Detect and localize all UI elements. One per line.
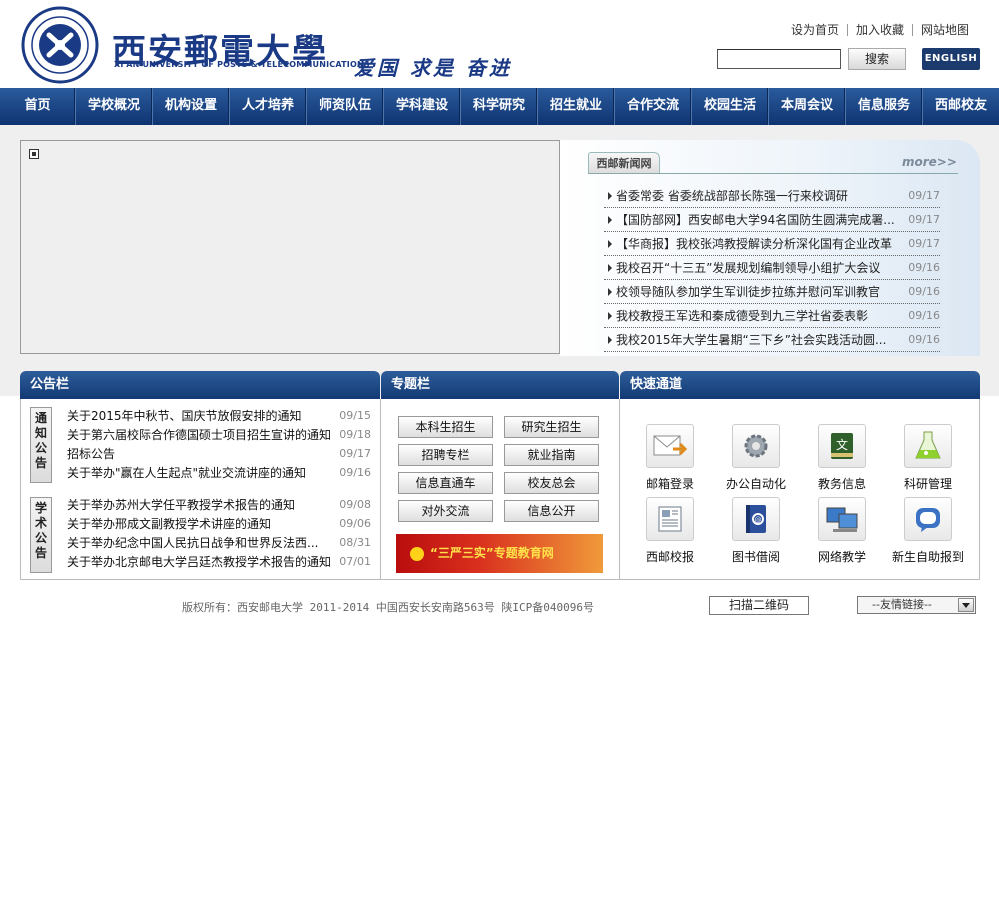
list-item[interactable]: 关于2015年中秋节、国庆节放假安排的通知 09/15 <box>67 406 371 425</box>
quick-item-registration[interactable]: 新生自助报到 <box>888 497 968 565</box>
list-item[interactable]: 关于举办邢成文副教授学术讲座的通知 09/06 <box>67 514 371 533</box>
news-tab[interactable]: 西邮新闻网 <box>588 152 660 174</box>
quick-item-research[interactable]: 科研管理 <box>888 424 968 492</box>
list-item[interactable]: 招标公告 09/17 <box>67 444 371 463</box>
newspaper-icon <box>646 497 694 541</box>
quick-item-elearning[interactable]: 网络教学 <box>802 497 882 565</box>
notice-label[interactable]: 通知公告 <box>30 407 52 483</box>
computer-icon <box>818 497 866 541</box>
site-header: 西安郵電大學 XI'AN UNIVERSITY OF POSTS & TELEC… <box>0 0 999 88</box>
flask-icon <box>904 424 952 468</box>
chevron-down-icon[interactable] <box>958 598 974 612</box>
arrow-right-icon <box>608 191 612 200</box>
friend-links-select[interactable]: --友情链接-- <box>857 596 976 614</box>
main-nav: 首页 学校概况 机构设置 人才培养 师资队伍 学科建设 科学研究 招生就业 合作… <box>0 88 999 125</box>
undergrad-admission-button[interactable]: 本科生招生 <box>398 416 493 438</box>
arrow-right-icon <box>608 311 612 320</box>
quick-item-newspaper[interactable]: 西邮校报 <box>630 497 710 565</box>
svg-text:@: @ <box>755 516 762 524</box>
nav-departments[interactable]: 机构设置 <box>153 88 230 125</box>
nav-home[interactable]: 首页 <box>0 88 76 125</box>
career-guide-button[interactable]: 就业指南 <box>504 444 599 466</box>
english-button[interactable]: ENGLISH <box>922 48 980 70</box>
news-item[interactable]: 校领导随队参加学生军训徒步拉练并慰问军训教官 09/16 <box>604 280 940 304</box>
announcements-header: 公告栏 <box>20 371 380 399</box>
news-panel: 西邮新闻网 more>> 省委常委 省委统战部部长陈强一行来校调研 09/17 【… <box>560 140 980 356</box>
campaign-banner[interactable]: “三严三实”专题教育网 <box>396 534 603 573</box>
set-homepage-link[interactable]: 设为首页 <box>783 24 847 36</box>
arrow-right-icon <box>608 287 612 296</box>
alumni-assoc-button[interactable]: 校友总会 <box>504 472 599 494</box>
top-links: 设为首页 加入收藏 网站地图 <box>783 24 977 36</box>
gear-icon <box>732 424 780 468</box>
qr-code-button[interactable]: 扫描二维码 <box>709 596 809 615</box>
list-item[interactable]: 关于举办苏州大学任平教授学术报告的通知 09/08 <box>67 495 371 514</box>
list-item[interactable]: 关于举办纪念中国人民抗日战争和世界反法西... 08/31 <box>67 533 371 552</box>
address-book-icon: @ <box>732 497 780 541</box>
university-seal-logo[interactable] <box>21 6 99 84</box>
nav-disciplines[interactable]: 学科建设 <box>384 88 461 125</box>
nav-faculty[interactable]: 师资队伍 <box>307 88 384 125</box>
quick-item-library[interactable]: @ 图书借阅 <box>716 497 796 565</box>
chat-bubble-icon <box>904 497 952 541</box>
news-item[interactable]: 我校2015年大学生暑期“三下乡”社会实践活动圆... 09/16 <box>604 328 940 352</box>
nav-admissions[interactable]: 招生就业 <box>538 88 615 125</box>
search-button[interactable]: 搜索 <box>848 48 906 70</box>
sitemap-link[interactable]: 网站地图 <box>911 24 977 36</box>
info-disclosure-button[interactable]: 信息公开 <box>504 500 599 522</box>
nav-cooperation[interactable]: 合作交流 <box>615 88 692 125</box>
news-item[interactable]: 我校召开“十三五”发展规划编制领导小组扩大会议 09/16 <box>604 256 940 280</box>
party-emblem-icon <box>410 546 424 561</box>
nav-about[interactable]: 学校概况 <box>76 88 153 125</box>
list-item[interactable]: 关于第六届校际合作德国硕士项目招生宣讲的通知 09/18 <box>67 425 371 444</box>
arrow-right-icon <box>608 335 612 344</box>
svg-text:文: 文 <box>836 437 848 452</box>
news-item[interactable]: 省委常委 省委统战部部长陈强一行来校调研 09/17 <box>604 184 940 208</box>
nav-research[interactable]: 科学研究 <box>461 88 538 125</box>
announcements-panel: 通知公告 关于2015年中秋节、国庆节放假安排的通知 09/15 关于第六届校际合… <box>20 399 381 580</box>
news-item[interactable]: 我校教授王军选和秦成德受到九三学社省委表彰 09/16 <box>604 304 940 328</box>
search-input[interactable] <box>717 49 841 69</box>
nav-info-services[interactable]: 信息服务 <box>846 88 923 125</box>
recruitment-button[interactable]: 招聘专栏 <box>398 444 493 466</box>
list-item[interactable]: 关于举办北京邮电大学吕廷杰教授学术报告的通知 07/01 <box>67 552 371 571</box>
external-exchange-button[interactable]: 对外交流 <box>398 500 493 522</box>
notice-list: 关于2015年中秋节、国庆节放假安排的通知 09/15 关于第六届校际合作德国硕士… <box>67 406 371 482</box>
news-more-link[interactable]: more>> <box>902 155 957 169</box>
arrow-right-icon <box>608 215 612 224</box>
nav-alumni[interactable]: 西邮校友 <box>923 88 999 125</box>
quick-access-header: 快速通道 <box>620 371 980 399</box>
arrow-right-icon <box>608 239 612 248</box>
list-item[interactable]: 关于举办"赢在人生起点"就业交流讲座的通知 09/16 <box>67 463 371 482</box>
quick-item-office[interactable]: 办公自动化 <box>716 424 796 492</box>
news-list: 省委常委 省委统战部部长陈强一行来校调研 09/17 【国防部网】西安邮电大学94… <box>604 184 940 352</box>
school-motto: 爱国 求是 奋进 <box>354 56 512 80</box>
news-item[interactable]: 【华商报】我校张鸿教授解读分析深化国有企业改革 09/17 <box>604 232 940 256</box>
envelope-icon <box>646 424 694 468</box>
slideshow-control-icon[interactable] <box>29 149 39 159</box>
add-favorite-link[interactable]: 加入收藏 <box>846 24 912 36</box>
topics-header: 专题栏 <box>381 371 619 399</box>
school-name-en: XI'AN UNIVERSITY OF POSTS & TELECOMMUNIC… <box>114 60 370 69</box>
info-express-button[interactable]: 信息直通车 <box>398 472 493 494</box>
quick-item-mail[interactable]: 邮箱登录 <box>630 424 710 492</box>
arrow-right-icon <box>608 263 612 272</box>
academic-label[interactable]: 学术公告 <box>30 497 52 573</box>
news-item[interactable]: 【国防部网】西安邮电大学94名国防生圆满完成署... 09/17 <box>604 208 940 232</box>
copyright-text: 版权所有：西安邮电大学 2011-2014 中国西安长安南路563号 陕ICP备… <box>182 601 594 614</box>
book-icon: 文 <box>818 424 866 468</box>
grad-admission-button[interactable]: 研究生招生 <box>504 416 599 438</box>
news-divider <box>588 173 958 174</box>
nav-campus-life[interactable]: 校园生活 <box>692 88 769 125</box>
nav-meetings[interactable]: 本周会议 <box>769 88 846 125</box>
nav-education[interactable]: 人才培养 <box>230 88 307 125</box>
image-slideshow[interactable] <box>20 140 560 354</box>
academic-list: 关于举办苏州大学任平教授学术报告的通知 09/08 关于举办邢成文副教授学术讲座的… <box>67 495 371 571</box>
quick-item-academic[interactable]: 文 教务信息 <box>802 424 882 492</box>
